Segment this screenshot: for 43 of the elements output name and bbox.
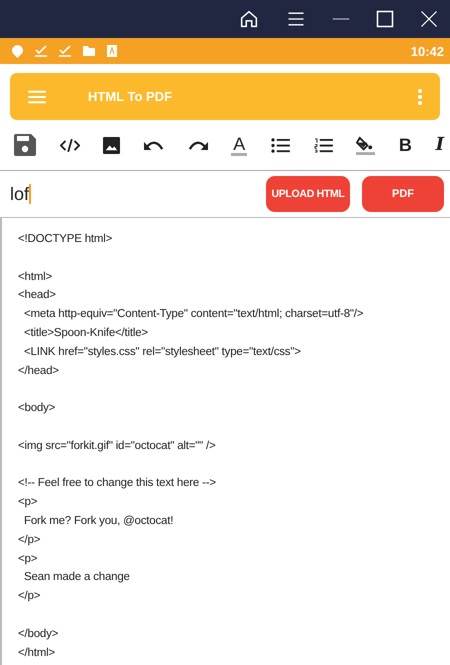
code-line: </body> [18,626,60,642]
file-name-field[interactable]: lof [10,184,254,204]
folder-icon [83,46,95,56]
numbered-list-icon[interactable] [314,138,333,152]
code-line: </html> [18,646,56,661]
code-line: <body> [18,401,56,416]
code-line: <!DOCTYPE html> [18,232,114,247]
code-line: <p> [18,495,38,510]
text-color-button[interactable]: A [231,134,248,156]
download-done-icon [59,45,71,57]
home-icon[interactable] [238,8,260,30]
location-icon [12,44,23,58]
maximize-icon[interactable] [376,10,394,28]
fill-color-icon[interactable] [356,134,376,156]
code-line: <img src="forkit.gif" id="octocat" alt="" /> [18,438,217,454]
code-icon[interactable] [60,138,80,152]
code-line: </p> [18,532,42,548]
code-line: <html> [18,270,53,285]
image-icon[interactable] [103,136,120,154]
pdf-button[interactable]: PDF [362,176,444,212]
save-icon[interactable] [14,134,36,156]
code-line: </head> [18,364,60,379]
code-line: <title>Spoon-Knife</title> [23,326,149,341]
document-icon [107,45,117,57]
code-line: <LINK href="styles.css" rel="stylesheet" type="text/css"> [23,344,302,360]
code-line: </p> [18,589,42,604]
minimize-icon[interactable] [332,17,350,21]
code-line: <p> [18,552,38,567]
upload-html-button[interactable]: UPLOAD HTML [266,176,350,212]
code-line: <meta http-equiv="Content-Type" content="text/html; charset=utf-8"/> [23,307,364,322]
download-done-icon [35,45,47,57]
bulleted-list-icon[interactable] [270,138,290,152]
undo-icon[interactable] [144,140,164,150]
italic-button[interactable]: I [436,136,444,154]
code-line: Sean made a change [23,570,131,586]
code-line: Fork me? Fork you, @octocat! [23,514,174,529]
code-line: <head> [18,288,57,304]
app-title: HTML To PDF [88,89,174,104]
clock-time: 10:42 [410,44,444,58]
code-line: <!-- Feel free to change this text here --> [18,476,217,492]
redo-icon[interactable] [188,140,208,150]
bold-button[interactable]: B [398,136,412,154]
close-icon[interactable] [420,10,438,28]
